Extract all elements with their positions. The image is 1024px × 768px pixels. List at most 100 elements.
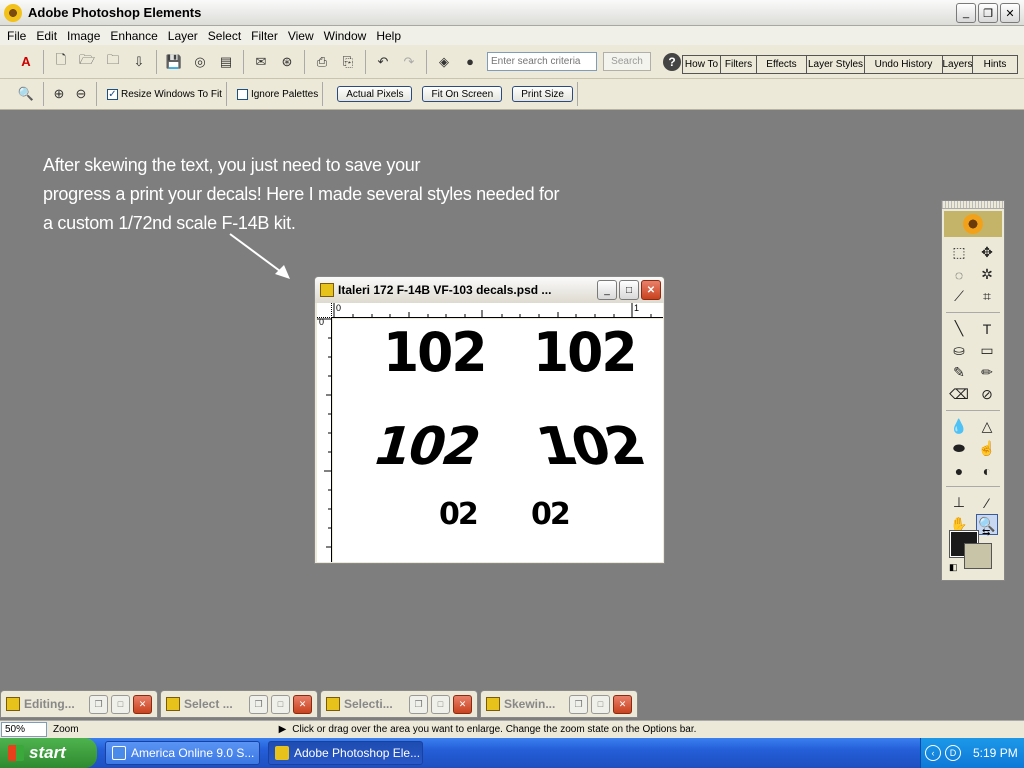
default-colors-icon[interactable]: ◧ (949, 562, 958, 573)
move-tool-icon[interactable]: ✥ (976, 242, 998, 263)
undo-icon[interactable]: ↶ (373, 52, 393, 72)
zoom-in-icon[interactable]: ⊕ (49, 84, 69, 104)
sponge-tool-icon[interactable]: ⬬ (948, 438, 970, 459)
minimized-doc[interactable]: Select ... ❐ □ ✕ (160, 690, 318, 718)
tab-layer-styles[interactable]: Layer Styles (807, 56, 865, 73)
print-icon[interactable]: ⎙ (312, 52, 332, 72)
paint-bucket-tool-icon[interactable]: ⛀ (948, 340, 970, 361)
save-for-web-icon[interactable]: ◎ (190, 52, 210, 72)
help-icon[interactable]: ? (663, 52, 681, 71)
menu-file[interactable]: File (2, 29, 31, 43)
zoom-input[interactable]: 50% (1, 722, 47, 737)
online-services-icon[interactable]: ⊛ (277, 52, 297, 72)
doc-minimize-button[interactable]: _ (597, 280, 617, 300)
brush-tool-icon[interactable]: ✎ (948, 362, 970, 383)
actual-pixels-button[interactable]: Actual Pixels (337, 86, 413, 102)
menu-select[interactable]: Select (203, 29, 246, 43)
search-button[interactable]: Search (603, 52, 651, 71)
ruler-vertical[interactable]: 0 (317, 318, 332, 562)
restore-icon[interactable]: ❐ (89, 694, 108, 714)
close-button[interactable]: ✕ (1000, 3, 1020, 23)
swap-colors-icon[interactable]: ⇆ (982, 527, 990, 538)
maximize-icon[interactable]: □ (591, 694, 610, 714)
taskbar-button-aol[interactable]: America Online 9.0 S... (105, 741, 260, 765)
menu-view[interactable]: View (283, 29, 319, 43)
burn-tool-icon[interactable]: ◐ (976, 460, 998, 481)
gradient-tool-icon[interactable]: ▭ (976, 340, 998, 361)
search-input[interactable] (487, 52, 597, 71)
background-color-swatch[interactable] (964, 543, 992, 569)
magic-wand-tool-icon[interactable]: ✲ (976, 264, 998, 285)
type-tool-icon[interactable]: T (976, 318, 998, 339)
print-size-button[interactable]: Print Size (512, 86, 573, 102)
new-file-icon[interactable]: 🗋 (51, 52, 71, 72)
minimized-doc[interactable]: Skewin... ❐ □ ✕ (480, 690, 638, 718)
tab-effects[interactable]: Effects (757, 56, 807, 73)
minimized-doc[interactable]: Selecti... ❐ □ ✕ (320, 690, 478, 718)
zoom-out-icon[interactable]: ⊖ (71, 84, 91, 104)
close-icon[interactable]: ✕ (453, 694, 472, 714)
menu-window[interactable]: Window (319, 29, 372, 43)
resize-windows-checkbox[interactable]: ✓ (107, 88, 118, 100)
tray-chevron-icon[interactable]: ‹ (925, 745, 941, 761)
doc-maximize-button[interactable]: □ (619, 280, 639, 300)
open-folder-icon[interactable]: 🗁 (77, 52, 97, 72)
tab-layers[interactable]: Layers (943, 56, 973, 73)
sharpen-tool-icon[interactable]: △ (976, 416, 998, 437)
dodge-tool-icon[interactable]: ● (948, 460, 970, 481)
start-button[interactable]: start (0, 738, 97, 768)
document-canvas[interactable]: 102 102 102 102 02 02 (333, 319, 663, 562)
crop-tool-icon[interactable]: ⌗ (976, 286, 998, 307)
restore-button[interactable]: ❐ (978, 3, 998, 23)
eraser-tool-icon[interactable]: ⌫ (948, 384, 970, 405)
ignore-palettes-checkbox[interactable] (236, 88, 248, 100)
menu-image[interactable]: Image (62, 29, 105, 43)
toolbox-grip[interactable] (942, 201, 1004, 209)
doc-close-button[interactable]: ✕ (641, 280, 661, 300)
taskbar-button-photoshop[interactable]: Adobe Photoshop Ele... (268, 741, 423, 765)
color-variations-icon[interactable]: ● (460, 52, 480, 72)
selection-brush-tool-icon[interactable]: ⟋ (948, 286, 970, 307)
tab-undo-history[interactable]: Undo History (865, 56, 943, 73)
fit-on-screen-button[interactable]: Fit On Screen (422, 86, 503, 102)
close-icon[interactable]: ✕ (133, 694, 152, 714)
maximize-icon[interactable]: □ (111, 694, 130, 714)
browse-folder-icon[interactable]: 🗀 (103, 52, 123, 72)
minimize-button[interactable]: _ (956, 3, 976, 23)
restore-icon[interactable]: ❐ (249, 694, 268, 714)
menu-edit[interactable]: Edit (31, 29, 62, 43)
minimized-doc[interactable]: Editing... ❐ □ ✕ (0, 690, 158, 718)
ruler-origin[interactable] (317, 303, 332, 318)
pdf-icon[interactable]: ▤ (216, 52, 236, 72)
email-icon[interactable]: ✉ (251, 52, 271, 72)
clone-stamp-tool-icon[interactable]: ⊥ (948, 492, 970, 513)
status-menu-arrow-icon[interactable]: ▶ (279, 724, 287, 735)
lasso-tool-icon[interactable]: ◌ (948, 264, 970, 285)
maximize-icon[interactable]: □ (271, 694, 290, 714)
restore-icon[interactable]: ❐ (569, 694, 588, 714)
print-preview-icon[interactable]: ⎘ (338, 52, 358, 72)
tab-how-to[interactable]: How To (683, 56, 721, 73)
close-icon[interactable]: ✕ (613, 694, 632, 714)
import-icon[interactable]: ⇩ (129, 52, 149, 72)
blur-tool-icon[interactable]: 💧 (948, 416, 970, 437)
red-eye-tool-icon[interactable]: ⊘ (976, 384, 998, 405)
ruler-horizontal[interactable]: 0 1 (332, 303, 663, 318)
marquee-tool-icon[interactable]: ⬚ (948, 242, 970, 263)
close-icon[interactable]: ✕ (293, 694, 312, 714)
tab-filters[interactable]: Filters (721, 56, 757, 73)
document-window[interactable]: Italeri 172 F-14B VF-103 decals.psd ... … (314, 276, 665, 564)
menu-layer[interactable]: Layer (163, 29, 203, 43)
document-titlebar[interactable]: Italeri 172 F-14B VF-103 decals.psd ... … (315, 277, 664, 303)
menu-enhance[interactable]: Enhance (105, 29, 162, 43)
tray-app-icon[interactable]: D (945, 745, 961, 761)
tab-hints[interactable]: Hints (973, 56, 1017, 73)
eyedropper-tool-icon[interactable]: ⁄ (976, 492, 998, 513)
smudge-tool-icon[interactable]: ☝ (976, 438, 998, 459)
save-icon[interactable]: 💾 (164, 52, 184, 72)
maximize-icon[interactable]: □ (431, 694, 450, 714)
quick-fix-icon[interactable]: ◈ (434, 52, 454, 72)
menu-help[interactable]: Help (371, 29, 406, 43)
line-tool-icon[interactable]: ╲ (948, 318, 970, 339)
redo-icon[interactable]: ↷ (399, 52, 419, 72)
